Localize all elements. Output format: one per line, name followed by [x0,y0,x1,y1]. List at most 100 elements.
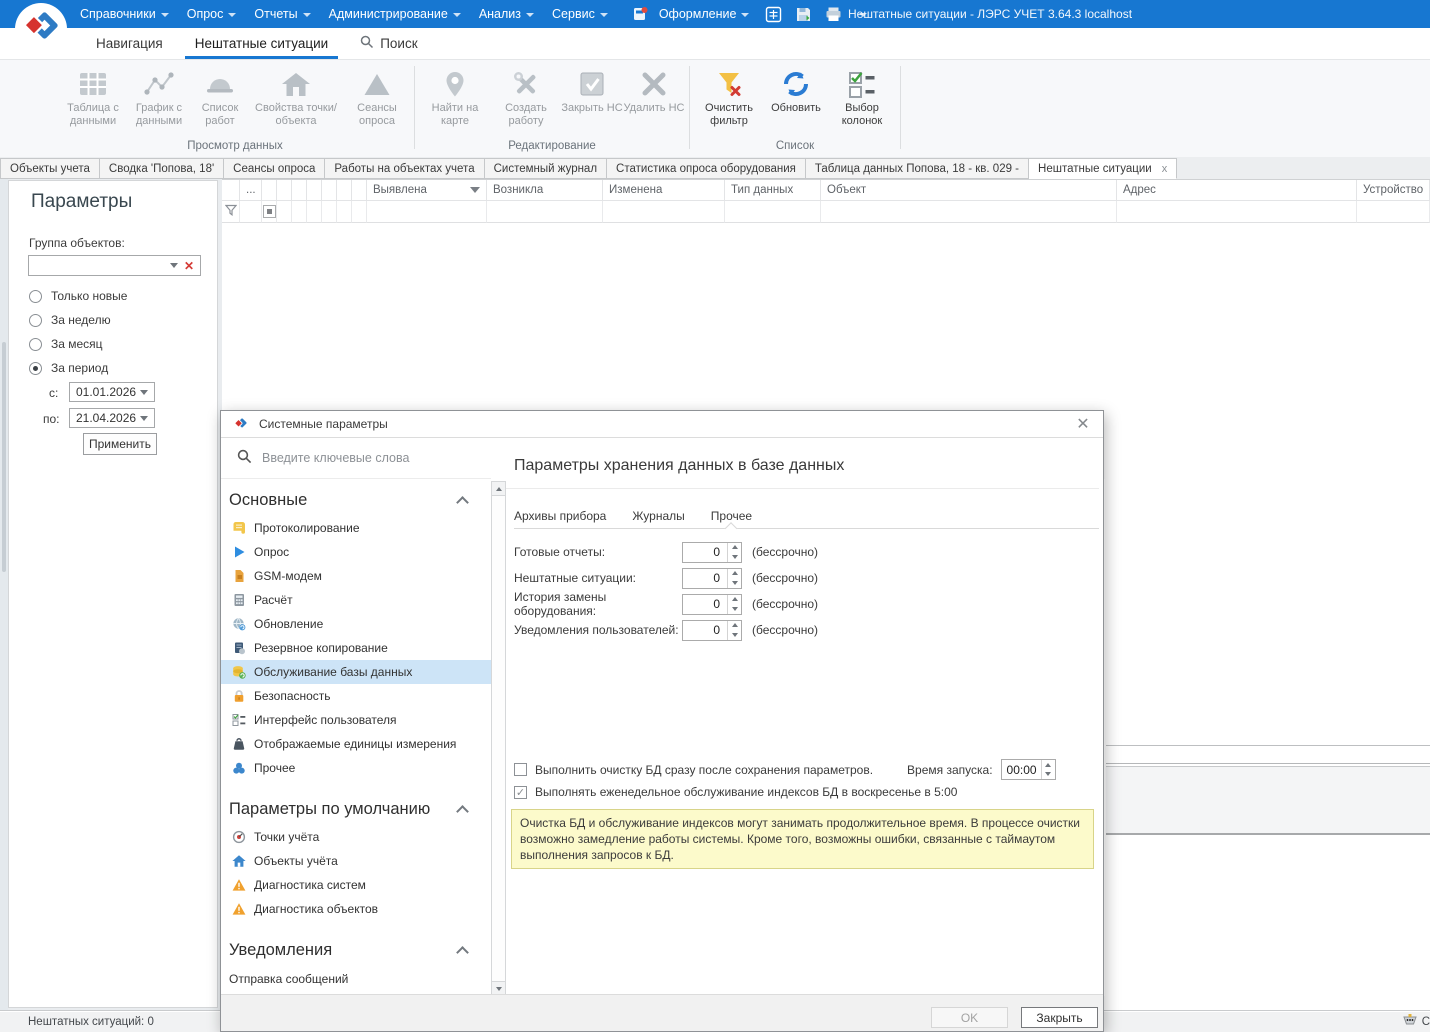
nav-item-calculation[interactable]: Расчёт [221,588,491,612]
filter-cell[interactable] [487,201,603,223]
nav-item-other[interactable]: Прочее [221,756,491,780]
nav-section-defaults[interactable]: Параметры по умолчанию [221,790,491,825]
nav-item-object-diagnostics[interactable]: Диагностика объектов [221,897,491,921]
poll-sessions-button[interactable]: Сеансы опроса [344,64,410,140]
doc-tab-sessions[interactable]: Сеансы опроса [224,158,325,179]
nav-item-metering-points[interactable]: Точки учёта [221,825,491,849]
column-header[interactable] [352,180,367,201]
ribbon-tab-search[interactable]: Поиск [344,28,433,59]
equipment-history-spinner[interactable]: 0 [682,594,742,615]
spin-buttons[interactable] [727,621,741,640]
point-properties-button[interactable]: Свойства точки/объекта [248,64,344,140]
filter-cell[interactable] [725,201,821,223]
filter-cell[interactable] [603,201,725,223]
spin-buttons[interactable] [1041,760,1055,779]
filter-cell[interactable] [821,201,1117,223]
column-header[interactable] [222,180,240,201]
nav-item-backup[interactable]: Резервное копирование [221,636,491,660]
spin-buttons[interactable] [727,595,741,614]
doc-tab-poll-stats[interactable]: Статистика опроса оборудования [607,158,806,179]
spin-buttons[interactable] [727,543,741,562]
checkbox-checked-icon[interactable]: ✓ [514,786,527,799]
column-header[interactable] [307,180,322,201]
filter-cell[interactable] [222,201,240,223]
radio-month[interactable]: За месяц [29,337,103,351]
apply-button[interactable]: Применить [83,433,157,455]
ready-reports-spinner[interactable]: 0 [682,542,742,563]
tab-device-archives[interactable]: Архивы прибора [514,506,606,528]
filter-cell[interactable] [322,201,337,223]
column-header-occurred[interactable]: Возникла [487,180,603,201]
export-icon[interactable] [761,2,785,26]
splitter-handle[interactable] [2,342,6,572]
filter-cell[interactable] [367,201,487,223]
ok-button[interactable]: OK [931,1007,1008,1028]
print-icon[interactable] [821,2,845,26]
date-from-field[interactable]: 01.01.2026 [69,382,155,402]
column-header-object[interactable]: Объект [821,180,1117,201]
nav-item-update[interactable]: Обновление [221,612,491,636]
table-with-data-button[interactable]: Таблица с данными [60,64,126,140]
keywords-search-input[interactable] [262,451,452,465]
doc-tab-summary[interactable]: Сводка 'Попова, 18' [100,158,224,179]
delete-incident-button[interactable]: Удалить НС [623,64,685,140]
column-header-changed[interactable]: Изменена [603,180,725,201]
nav-item-logging[interactable]: Протоколирование [221,516,491,540]
tab-other[interactable]: Прочее [711,506,752,528]
filter-cell[interactable] [1117,201,1357,223]
doc-tab-data-table[interactable]: Таблица данных Попова, 18 - кв. 029 - [806,158,1029,179]
column-header[interactable] [292,180,307,201]
launch-time-spinner[interactable]: 00:00 [1001,759,1056,780]
nav-item-send-messages[interactable]: Отправка сообщений [221,966,491,991]
clear-combo-icon[interactable]: ✕ [184,259,194,273]
filter-cell[interactable] [307,201,322,223]
close-incident-button[interactable]: Закрыть НС [561,64,623,140]
date-to-field[interactable]: 21.04.2026 [69,408,155,428]
menu-otchety[interactable]: Отчеты [246,0,318,28]
nav-section-main[interactable]: Основные [221,481,491,516]
spin-buttons[interactable] [727,569,741,588]
combo-dropdown-icon[interactable] [170,263,178,268]
doc-tab-incidents[interactable]: Нештатные ситуацииx [1029,158,1177,179]
create-work-button[interactable]: Создать работу [491,64,561,140]
filter-cell[interactable] [262,201,277,223]
save-icon[interactable] [791,2,815,26]
menu-servis[interactable]: Сервис [544,0,616,28]
refresh-button[interactable]: Обновить [764,64,828,140]
checkbox-unchecked-icon[interactable] [514,763,527,776]
scroll-up-icon[interactable] [492,482,505,496]
nav-item-user-interface[interactable]: Интерфейс пользователя [221,708,491,732]
clear-filter-button[interactable]: Очистить фильтр [694,64,764,140]
menu-opros[interactable]: Опрос [179,0,245,28]
find-on-map-button[interactable]: Найти на карте [419,64,491,140]
column-header[interactable] [337,180,352,201]
menu-analiz[interactable]: Анализ [471,0,542,28]
choose-columns-button[interactable]: Выбор колонок [828,64,896,140]
menu-spravochniki[interactable]: Справочники [72,0,177,28]
nav-item-display-units[interactable]: Отображаемые единицы измерения [221,732,491,756]
nav-item-metering-objects[interactable]: Объекты учёта [221,849,491,873]
incidents-spinner[interactable]: 0 [682,568,742,589]
user-notifications-spinner[interactable]: 0 [682,620,742,641]
column-header-detected[interactable]: Выявлена [367,180,487,201]
doc-tab-journal[interactable]: Системный журнал [485,158,607,179]
column-header-datatype[interactable]: Тип данных [725,180,821,201]
nav-item-database-maintenance[interactable]: Обслуживание базы данных [221,660,491,684]
close-tab-icon[interactable]: x [1162,163,1168,175]
tab-journals[interactable]: Журналы [632,506,684,528]
column-header-device[interactable]: Устройство [1357,180,1430,201]
radio-period[interactable]: За период [29,361,108,375]
menu-oformlenie[interactable]: Оформление [618,0,758,28]
filter-cell[interactable] [337,201,352,223]
work-list-button[interactable]: Список работ [192,64,248,140]
filter-cell[interactable] [240,201,262,223]
chart-with-data-button[interactable]: График с данными [126,64,192,140]
scroll-down-icon[interactable] [492,981,505,995]
column-header-more[interactable]: ... [240,180,262,201]
filter-cell[interactable] [292,201,307,223]
ribbon-tab-navigation[interactable]: Навигация [80,28,179,59]
nav-scrollbar[interactable] [491,481,506,996]
column-header[interactable] [277,180,292,201]
nav-item-security[interactable]: Безопасность [221,684,491,708]
doc-tab-objects[interactable]: Объекты учета [0,158,100,179]
